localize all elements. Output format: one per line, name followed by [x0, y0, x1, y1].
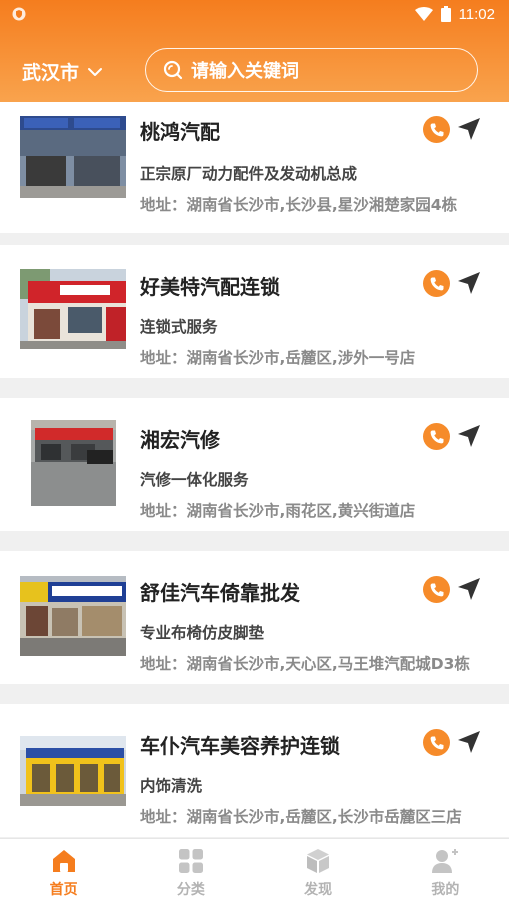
wifi-icon	[414, 7, 433, 21]
list-item[interactable]: 桃鸿汽配 正宗原厂动力配件及发动机总成 地址：湖南省长沙市,长沙县,星沙湘楚家园…	[0, 102, 509, 233]
navigation-arrow-icon	[458, 578, 480, 600]
phone-icon	[430, 123, 443, 136]
navigation-arrow-icon	[458, 425, 480, 447]
shop-photo	[20, 576, 126, 656]
phone-call-button[interactable]	[423, 116, 450, 143]
navigate-button[interactable]	[455, 422, 483, 450]
city-selector[interactable]: 武汉市	[22, 58, 103, 85]
search-placeholder: 请输入关键词	[191, 61, 299, 82]
tab-label: 分类	[176, 882, 205, 898]
navigate-button[interactable]	[455, 728, 483, 756]
phone-call-button[interactable]	[423, 423, 450, 450]
shop-address: 地址：湖南省长沙市,雨花区,黄兴街道店	[140, 502, 416, 520]
list-item[interactable]: 舒佳汽车倚靠批发 专业布椅仿皮脚垫 地址：湖南省长沙市,天心区,马王堆汽配城D3…	[0, 551, 509, 684]
grid-icon	[178, 849, 203, 873]
navigate-button[interactable]	[455, 115, 483, 143]
tab-label: 首页	[49, 882, 78, 898]
shop-description: 内饰清洗	[140, 777, 203, 795]
shop-name: 桃鸿汽配	[140, 120, 220, 144]
shop-name: 好美特汽配连锁	[140, 275, 280, 299]
shop-photo	[20, 116, 126, 198]
shop-address: 地址：湖南省长沙市,长沙县,星沙湘楚家园4栋	[140, 196, 458, 214]
app-header: 11:02 武汉市 请输入关键词	[0, 0, 509, 102]
city-label: 武汉市	[22, 62, 80, 84]
shop-address: 地址：湖南省长沙市,天心区,马王堆汽配城D3栋	[140, 655, 470, 673]
shield-notification-icon	[12, 7, 26, 21]
search-input[interactable]: 请输入关键词	[145, 48, 478, 92]
phone-call-button[interactable]	[423, 729, 450, 756]
shop-description: 汽修一体化服务	[140, 471, 249, 489]
bottom-nav: 首页 分类 发现 我的	[0, 838, 509, 905]
tab-category[interactable]: 分类	[127, 839, 254, 905]
phone-icon	[430, 583, 443, 596]
navigation-arrow-icon	[458, 731, 480, 753]
phone-icon	[430, 736, 443, 749]
chevron-down-icon	[88, 67, 103, 76]
search-icon	[163, 60, 183, 80]
shop-photo	[20, 269, 126, 349]
navigate-button[interactable]	[455, 575, 483, 603]
shop-name: 车仆汽车美容养护连锁	[140, 734, 340, 758]
navigation-arrow-icon	[458, 272, 480, 294]
status-time: 11:02	[458, 5, 495, 23]
status-bar: 11:02	[0, 0, 509, 28]
shop-address: 地址：湖南省长沙市,岳麓区,长沙市岳麓区三店	[140, 808, 462, 826]
phone-icon	[430, 277, 443, 290]
tab-label: 我的	[431, 882, 460, 898]
shop-description: 专业布椅仿皮脚垫	[140, 624, 265, 642]
shop-name: 舒佳汽车倚靠批发	[140, 581, 300, 605]
phone-icon	[430, 430, 443, 443]
shop-description: 连锁式服务	[140, 318, 218, 336]
battery-icon	[440, 6, 451, 22]
shop-description: 正宗原厂动力配件及发动机总成	[140, 165, 358, 183]
tab-label: 发现	[304, 882, 333, 898]
navigate-button[interactable]	[455, 269, 483, 297]
list-item[interactable]: 湘宏汽修 汽修一体化服务 地址：湖南省长沙市,雨花区,黄兴街道店	[0, 398, 509, 531]
phone-call-button[interactable]	[423, 576, 450, 603]
navigation-arrow-icon	[458, 118, 480, 140]
tab-mine[interactable]: 我的	[382, 839, 509, 905]
shop-photo	[20, 736, 126, 806]
list-item[interactable]: 好美特汽配连锁 连锁式服务 地址：湖南省长沙市,岳麓区,涉外一号店	[0, 245, 509, 378]
phone-call-button[interactable]	[423, 270, 450, 297]
list-item[interactable]: 车仆汽车美容养护连锁 内饰清洗 地址：湖南省长沙市,岳麓区,长沙市岳麓区三店	[0, 704, 509, 837]
user-add-icon	[432, 849, 459, 873]
cube-icon	[307, 849, 330, 873]
tab-discover[interactable]: 发现	[255, 839, 382, 905]
shop-address: 地址：湖南省长沙市,岳麓区,涉外一号店	[140, 349, 416, 367]
shop-name: 湘宏汽修	[140, 428, 220, 452]
home-icon	[52, 850, 75, 872]
tab-home[interactable]: 首页	[0, 839, 127, 905]
shop-photo	[31, 420, 116, 506]
